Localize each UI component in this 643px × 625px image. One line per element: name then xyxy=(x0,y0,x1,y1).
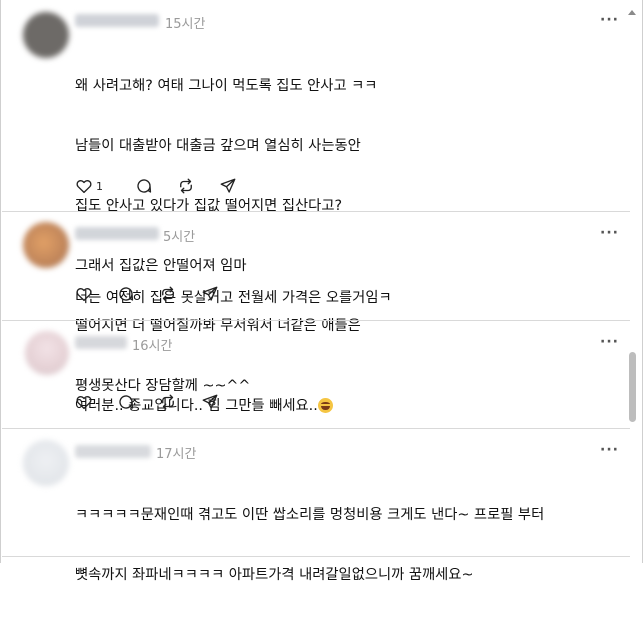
post-text-line: 왜 사려고해? 여태 그나이 먹도록 집도 안사고 ㅋㅋ xyxy=(75,78,378,94)
avatar[interactable] xyxy=(23,12,69,58)
avatar[interactable] xyxy=(23,440,69,486)
scroll-up-arrow-icon[interactable] xyxy=(628,10,636,15)
repost-icon xyxy=(162,394,174,410)
grinning-face-emoji xyxy=(317,398,333,413)
comment-icon xyxy=(119,287,134,301)
heart-icon xyxy=(76,287,92,302)
post-time: 15시간 xyxy=(165,17,206,32)
post-text-line: ㅋㅋㅋㅋㅋ문재인때 겪고도 이딴 쌉소리를 멍청비용 크게도 낸다~ 프로필 부… xyxy=(75,507,545,523)
post-text: ㅋㅋㅋㅋㅋ문재인때 겪고도 이딴 쌉소리를 멍청비용 크게도 낸다~ 프로필 부… xyxy=(75,465,544,625)
repost-icon xyxy=(162,286,174,302)
post-text-line: 집도 안사고 있다가 집값 떨어지면 집산다고? xyxy=(75,198,343,214)
more-icon[interactable]: ··· xyxy=(600,442,619,458)
like-button[interactable] xyxy=(75,393,93,411)
comment-icon xyxy=(119,395,134,409)
repost-button[interactable] xyxy=(159,393,177,411)
post-time: 16시간 xyxy=(132,339,173,354)
more-icon[interactable]: ··· xyxy=(600,225,619,241)
share-button[interactable] xyxy=(219,177,237,195)
username-redacted[interactable] xyxy=(75,227,159,240)
share-button[interactable] xyxy=(201,285,219,303)
post-actions xyxy=(75,392,243,412)
repost-button[interactable] xyxy=(177,177,195,195)
post-time: 5시간 xyxy=(163,230,196,245)
post-divider xyxy=(2,556,630,557)
reply-button[interactable] xyxy=(117,393,135,411)
more-icon[interactable]: ··· xyxy=(600,12,619,28)
comment-icon xyxy=(137,179,152,193)
send-icon xyxy=(220,178,236,193)
post-divider xyxy=(2,320,630,321)
username-redacted[interactable] xyxy=(75,14,159,27)
post-text-line: 뼛속까지 좌파네ㅋㅋㅋㅋ 아파트가격 내려갈일없으니까 꿈깨세요~ xyxy=(75,567,474,583)
like-count: 1 xyxy=(96,179,103,193)
post-divider xyxy=(2,211,630,212)
send-icon xyxy=(202,286,218,301)
share-button[interactable] xyxy=(201,393,219,411)
reply-button[interactable] xyxy=(117,285,135,303)
username-redacted[interactable] xyxy=(75,445,151,458)
like-button[interactable]: 1 xyxy=(75,177,103,195)
thread-replies-panel: 15시간 ··· 왜 사려고해? 여태 그나이 먹도록 집도 안사고 ㅋㅋ 남들… xyxy=(0,0,643,583)
post-text-line: 남들이 대출받아 대출금 갚으며 열심히 사는동안 xyxy=(75,138,361,154)
like-button[interactable] xyxy=(75,285,93,303)
username-redacted[interactable] xyxy=(75,336,127,349)
post-actions xyxy=(75,284,243,304)
post-divider xyxy=(2,428,630,429)
heart-icon xyxy=(76,179,92,194)
repost-icon xyxy=(180,178,192,194)
reply-button[interactable] xyxy=(135,177,153,195)
more-icon[interactable]: ··· xyxy=(600,334,619,350)
avatar[interactable] xyxy=(25,331,69,375)
post-time: 17시간 xyxy=(156,447,197,462)
repost-button[interactable] xyxy=(159,285,177,303)
post-actions: 1 xyxy=(75,176,261,196)
avatar[interactable] xyxy=(23,222,69,268)
heart-icon xyxy=(76,395,92,410)
send-icon xyxy=(202,394,218,409)
scrollbar-thumb[interactable] xyxy=(629,352,636,422)
